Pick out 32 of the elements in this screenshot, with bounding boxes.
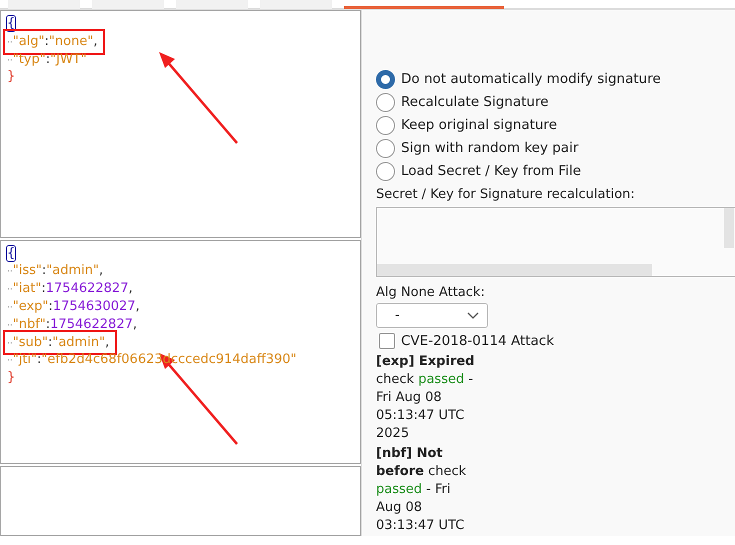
code-line: } — [7, 369, 16, 388]
code-line: ··"typ":"JWT" — [7, 50, 88, 68]
claim-check-text: [nbf] Not before check passed - Fri Aug 08 03:13:47 UTC — [376, 445, 468, 536]
field-label: Secret / Key for Signature recalculation: — [376, 186, 636, 204]
signature-editor[interactable] — [0, 466, 361, 536]
checkbox-label[interactable]: CVE-2018-0114 Attack — [401, 331, 554, 352]
claim-check-text: [exp] Expired check passed - Fri Aug 08 05:13:47 UTC 2025 — [376, 353, 476, 444]
chevron-down-icon — [467, 312, 479, 320]
radio-button[interactable] — [376, 116, 395, 135]
code-line: ··"iss":"admin", — [7, 262, 104, 280]
code-line: ··"nbf":1754622827, — [7, 316, 138, 334]
code-line: ··"sub":"admin", — [7, 334, 114, 352]
header-editor[interactable]: { ··"alg":"none", ··"typ":"JWT" } — [0, 10, 361, 238]
radio-label[interactable]: Keep original signature — [401, 115, 557, 136]
checkbox[interactable] — [379, 333, 395, 350]
alg-none-dropdown[interactable]: - — [376, 303, 488, 328]
secret-key-field[interactable] — [376, 206, 735, 276]
code-line: ··"exp":1754630027, — [7, 298, 141, 316]
radio-label[interactable]: Load Secret / Key from File — [401, 161, 582, 182]
radio-button[interactable] — [376, 93, 395, 112]
code-line: ··"iat":1754622827, — [7, 280, 134, 298]
radio-button[interactable] — [376, 162, 395, 181]
code-line: { — [7, 15, 16, 33]
radio-label[interactable]: Do not automatically modify signature — [401, 69, 661, 90]
code-line: { — [7, 244, 16, 262]
code-line: } — [7, 68, 16, 86]
radio-label[interactable]: Recalculate Signature — [401, 92, 549, 113]
radio-button[interactable] — [376, 70, 395, 89]
code-line: ··"alg":"none", — [7, 32, 102, 51]
field-label: Alg None Attack: — [376, 284, 486, 302]
radio-button[interactable] — [376, 139, 395, 158]
radio-label[interactable]: Sign with random key pair — [401, 138, 578, 159]
